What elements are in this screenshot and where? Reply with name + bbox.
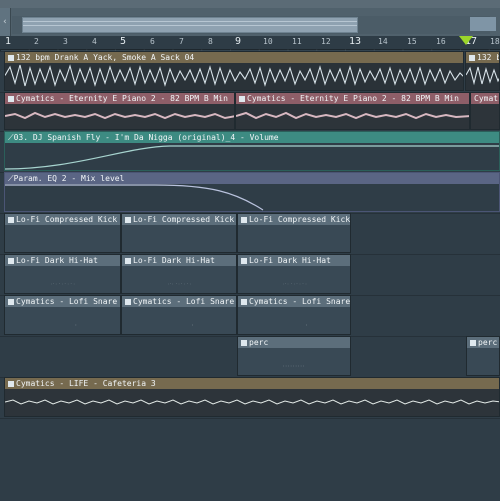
clip-header: Cymatic	[471, 93, 499, 104]
pattern-icon	[8, 298, 14, 305]
pattern-icon	[241, 257, 247, 264]
clip-header: Lo-Fi Compressed Kick	[238, 214, 350, 225]
pattern-notes	[306, 324, 307, 326]
playlist-scroll-area[interactable]: ‹	[0, 8, 500, 36]
ruler-tick: 3	[63, 37, 68, 46]
pattern-icon	[241, 298, 247, 305]
ruler-tick: 10	[263, 37, 273, 46]
audio-waveform	[5, 399, 499, 405]
audio-waveform	[466, 66, 499, 86]
pattern-icon	[125, 257, 131, 264]
clip-label: Lo-Fi Dark Hi-Hat	[249, 256, 331, 265]
top-status-bar	[0, 0, 500, 8]
clip-menu-icon[interactable]	[239, 95, 245, 102]
pattern-clip[interactable]: Cymatics - Lofi Snare 5 - F	[4, 295, 121, 335]
clip-label: Cymatic	[474, 94, 499, 103]
clip-header: Lo-Fi Dark Hi-Hat	[122, 255, 236, 266]
clip-label: Lo-Fi Dark Hi-Hat	[16, 256, 98, 265]
ruler-tick: 8	[208, 37, 213, 46]
ruler-tick: 12	[321, 37, 331, 46]
clip-menu-icon[interactable]	[8, 95, 14, 102]
clip-header: Cymatics - Lofi Snare 5 - F	[122, 296, 236, 307]
clip-label: Lo-Fi Dark Hi-Hat	[133, 256, 215, 265]
pattern-clip[interactable]: perc #2	[466, 336, 500, 376]
ruler-tick: 11	[292, 37, 302, 46]
automation-curve[interactable]	[5, 141, 500, 170]
pattern-icon	[125, 216, 131, 223]
pattern-icon	[241, 216, 247, 223]
audio-clip[interactable]: Cymatics - LIFE - Cafeteria 3	[4, 377, 500, 417]
clip-label: perc	[249, 338, 269, 347]
clip-header: Cymatics - Lofi Snare 5 - F	[238, 296, 350, 307]
clip-label: Cymatics - Lofi Snare 5 - F	[16, 297, 120, 306]
pattern-clip[interactable]: Lo-Fi Dark Hi-Hat	[237, 254, 351, 294]
ruler-tick: 16	[436, 37, 446, 46]
scroll-end-marker[interactable]	[470, 17, 496, 31]
ruler-tick: 2	[34, 37, 39, 46]
audio-clip[interactable]: Cymatics - Eternity E Piano 2 - 82 BPM B…	[235, 92, 470, 130]
ruler-tick: 14	[378, 37, 388, 46]
pattern-icon	[241, 339, 247, 346]
track-lane-10[interactable]	[0, 418, 500, 501]
clip-label: perc #2	[478, 338, 499, 347]
ruler-tick: 18	[490, 37, 500, 46]
ruler-tick: 1	[5, 36, 12, 47]
pattern-icon	[8, 257, 14, 264]
clip-header: Cymatics - Lofi Snare 5 - F	[5, 296, 120, 307]
pattern-notes	[192, 324, 193, 326]
automation-curve[interactable]	[5, 182, 500, 211]
scroll-left-button[interactable]: ‹	[0, 8, 11, 36]
pattern-icon	[8, 216, 14, 223]
ruler-tick: 13	[349, 36, 362, 47]
pattern-notes	[168, 283, 191, 285]
automation-clip[interactable]: ⟋Param. EQ 2 - Mix level	[4, 172, 500, 212]
clip-label: Cymatics - Lofi Snare 5 - F	[133, 297, 236, 306]
ruler-tick: 15	[407, 37, 417, 46]
audio-clip[interactable]: Cymatic	[470, 92, 500, 130]
clip-menu-icon[interactable]	[469, 54, 475, 61]
pattern-icon	[470, 339, 476, 346]
clip-header: Lo-Fi Dark Hi-Hat	[238, 255, 350, 266]
clip-label: Lo-Fi Compressed Kick	[249, 215, 350, 224]
audio-waveform	[236, 111, 469, 120]
clip-menu-icon[interactable]	[8, 54, 14, 61]
ruler-tick: 6	[150, 37, 155, 46]
timeline-ruler[interactable]: 1 2 3 4 5 6 7 8 9 10 11 12 13 14 15 16 1…	[0, 36, 500, 50]
clip-header: Lo-Fi Compressed Kick	[122, 214, 236, 225]
pattern-clip[interactable]: Lo-Fi Dark Hi-Hat	[121, 254, 237, 294]
pattern-notes	[283, 365, 304, 367]
clip-label: Cymatics - Lofi Snare 5 - F	[249, 297, 350, 306]
ruler-tick: 5	[120, 36, 127, 47]
pattern-clip[interactable]: Lo-Fi Compressed Kick	[4, 213, 121, 253]
audio-clip[interactable]: Cymatics - Eternity E Piano 2 - 82 BPM B…	[4, 92, 235, 130]
pattern-clip[interactable]: Lo-Fi Compressed Kick	[121, 213, 237, 253]
clip-header: Lo-Fi Compressed Kick	[5, 214, 120, 225]
pattern-notes	[51, 283, 75, 285]
ruler-tick: 7	[179, 37, 184, 46]
ruler-tick: 4	[92, 37, 97, 46]
pattern-clip[interactable]: Lo-Fi Dark Hi-Hat	[4, 254, 121, 294]
audio-clip[interactable]: 132 bpm	[465, 51, 500, 91]
clip-header: Lo-Fi Dark Hi-Hat	[5, 255, 120, 266]
audio-waveform	[5, 111, 234, 120]
pattern-clip[interactable]: Cymatics - Lofi Snare 5 - F	[237, 295, 351, 335]
audio-clip[interactable]: 132 bpm Drank A Yack, Smoke A Sack 04	[4, 51, 464, 91]
pattern-clip[interactable]: Cymatics - Lofi Snare 5 - F	[121, 295, 237, 335]
automation-clip[interactable]: ⟋03. DJ Spanish Fly - I'm Da Nigga (orig…	[4, 131, 500, 171]
pattern-clip[interactable]: Lo-Fi Compressed Kick	[237, 213, 351, 253]
playhead-marker[interactable]	[459, 36, 473, 45]
pattern-icon	[125, 298, 131, 305]
clip-header: perc #2	[467, 337, 499, 348]
pattern-notes	[75, 324, 77, 326]
clip-header: perc	[238, 337, 350, 348]
clip-label: Lo-Fi Compressed Kick	[133, 215, 235, 224]
pattern-notes	[283, 283, 307, 285]
audio-waveform	[5, 64, 463, 87]
clip-menu-icon[interactable]	[8, 380, 14, 387]
ruler-tick: 9	[235, 36, 242, 47]
pattern-clip[interactable]: perc	[237, 336, 351, 376]
clip-label: Lo-Fi Compressed Kick	[16, 215, 118, 224]
horizontal-scroll-thumb[interactable]	[22, 17, 358, 33]
